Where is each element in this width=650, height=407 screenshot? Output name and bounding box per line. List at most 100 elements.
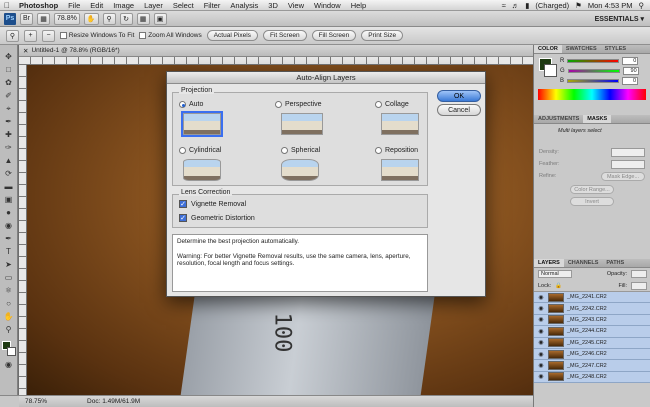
cancel-button[interactable]: Cancel: [437, 104, 481, 116]
tab-adjustments[interactable]: ADJUSTMENTS: [534, 115, 583, 123]
feather-field[interactable]: [611, 159, 645, 169]
arrange-documents-icon[interactable]: ▦: [136, 12, 150, 25]
invert-button[interactable]: Invert: [570, 197, 614, 206]
actual-pixels-button[interactable]: Actual Pixels: [206, 30, 258, 41]
fill-field[interactable]: [631, 281, 647, 290]
color-swatches[interactable]: [1, 341, 16, 357]
visibility-eye-icon[interactable]: ◉: [537, 328, 545, 335]
tab-channels[interactable]: CHANNELS: [564, 259, 603, 267]
zoom-tool-icon[interactable]: ⚲: [102, 12, 116, 25]
tab-paths[interactable]: PATHS: [602, 259, 628, 267]
spherical-preview-thumbnail[interactable]: [281, 159, 319, 181]
radio-spherical-button[interactable]: [281, 147, 288, 154]
marquee-tool-icon[interactable]: □: [2, 64, 16, 75]
close-document-icon[interactable]: ✕: [23, 47, 28, 55]
eraser-tool-icon[interactable]: ▬: [2, 181, 16, 192]
radio-spherical[interactable]: Spherical: [281, 147, 320, 154]
menu-window[interactable]: Window: [309, 1, 346, 10]
print-size-button[interactable]: Print Size: [361, 30, 404, 41]
pen-tool-icon[interactable]: ✒: [2, 233, 16, 244]
blend-mode-select[interactable]: Normal: [538, 270, 572, 278]
crop-tool-icon[interactable]: ⌖: [2, 103, 16, 114]
density-field[interactable]: [611, 147, 645, 157]
quick-select-tool-icon[interactable]: ✐: [2, 90, 16, 101]
layer-row[interactable]: ◉ _MG_2244.CR2: [534, 326, 650, 338]
radio-cylindrical-button[interactable]: [179, 147, 186, 154]
3d-orbit-icon[interactable]: ○: [2, 298, 16, 309]
layer-row[interactable]: ◉ _MG_2248.CR2: [534, 371, 650, 384]
3d-rotate-icon[interactable]: ⚛: [2, 285, 16, 296]
dodge-tool-icon[interactable]: ◉: [2, 220, 16, 231]
auto-preview-thumbnail[interactable]: [181, 111, 223, 137]
radio-collage-button[interactable]: [375, 101, 382, 108]
bridge-button[interactable]: Br: [20, 12, 33, 25]
radio-perspective-button[interactable]: [275, 101, 282, 108]
blue-slider[interactable]: [567, 79, 620, 83]
visibility-eye-icon[interactable]: ◉: [537, 373, 545, 380]
radio-cylindrical[interactable]: Cylindrical: [179, 147, 221, 154]
type-tool-icon[interactable]: T: [2, 246, 16, 257]
guides-icon[interactable]: ▦: [37, 12, 50, 25]
tab-masks[interactable]: MASKS: [583, 115, 612, 123]
radio-reposition-button[interactable]: [375, 147, 382, 154]
menu-view[interactable]: View: [283, 1, 309, 10]
eyedropper-tool-icon[interactable]: ✒: [2, 116, 16, 127]
apple-icon[interactable]: : [0, 1, 14, 10]
cylindrical-preview-thumbnail[interactable]: [183, 159, 221, 181]
resize-windows-checkbox[interactable]: [60, 31, 67, 39]
zoom-all-checkbox[interactable]: [139, 31, 147, 39]
blur-tool-icon[interactable]: ●: [2, 207, 16, 218]
vignette-checkbox[interactable]: ✓: [179, 200, 187, 208]
flag-icon[interactable]: ⚑: [575, 1, 582, 10]
visibility-eye-icon[interactable]: ◉: [537, 294, 545, 301]
green-value[interactable]: 90: [622, 67, 639, 75]
layer-row[interactable]: ◉ _MG_2247.CR2: [534, 360, 650, 372]
visibility-eye-icon[interactable]: ◉: [537, 316, 545, 323]
reposition-preview-thumbnail[interactable]: [381, 159, 419, 181]
menu-analysis[interactable]: Analysis: [225, 1, 263, 10]
color-panel-background-swatch[interactable]: [544, 64, 557, 77]
radio-auto-button[interactable]: [179, 101, 186, 108]
layer-row[interactable]: ◉ _MG_2242.CR2: [534, 303, 650, 315]
lock-icon[interactable]: 🔒: [555, 283, 562, 289]
rotate-view-icon[interactable]: ↻: [119, 12, 133, 25]
color-range-button[interactable]: Color Range...: [570, 185, 614, 194]
menu-photoshop[interactable]: Photoshop: [14, 1, 63, 10]
menu-select[interactable]: Select: [168, 1, 199, 10]
zoom-all-option[interactable]: Zoom All Windows: [139, 31, 202, 39]
tab-layers[interactable]: LAYERS: [534, 259, 564, 267]
opacity-field[interactable]: [631, 270, 647, 278]
perspective-preview-thumbnail[interactable]: [281, 113, 323, 135]
geometric-checkbox[interactable]: ✓: [179, 214, 187, 222]
layer-row[interactable]: ◉ _MG_2241.CR2: [534, 292, 650, 304]
color-spectrum-ramp[interactable]: [538, 89, 646, 100]
healing-brush-icon[interactable]: ✚: [2, 129, 16, 140]
blue-value[interactable]: 0: [622, 77, 639, 85]
move-tool-icon[interactable]: ✥: [2, 51, 16, 62]
geometric-distortion-option[interactable]: ✓ Geometric Distortion: [179, 214, 255, 222]
collage-preview-thumbnail[interactable]: [381, 113, 419, 135]
tab-color[interactable]: COLOR: [534, 45, 562, 53]
clock[interactable]: Mon 4:53 PM: [588, 1, 633, 10]
visibility-eye-icon[interactable]: ◉: [537, 305, 545, 312]
shape-tool-icon[interactable]: ▭: [2, 272, 16, 283]
radio-auto[interactable]: Auto: [179, 101, 203, 108]
zoom-out-icon[interactable]: −: [42, 29, 55, 42]
document-tab[interactable]: ✕ Untitled-1 @ 78.8% (RGB/16*): [19, 45, 533, 57]
vignette-removal-option[interactable]: ✓ Vignette Removal: [179, 200, 246, 208]
spotlight-icon[interactable]: ⚲: [639, 1, 645, 10]
lasso-tool-icon[interactable]: ✿: [2, 77, 16, 88]
zoom-in-icon[interactable]: +: [24, 29, 37, 42]
radio-perspective[interactable]: Perspective: [275, 101, 322, 108]
menu-layer[interactable]: Layer: [139, 1, 168, 10]
zoom-tool-icon[interactable]: ⚲: [2, 324, 16, 335]
menu-filter[interactable]: Filter: [199, 1, 226, 10]
radio-reposition[interactable]: Reposition: [375, 147, 418, 154]
workspace-switcher[interactable]: ESSENTIALS ▾: [595, 15, 644, 23]
visibility-eye-icon[interactable]: ◉: [537, 362, 545, 369]
gradient-tool-icon[interactable]: ▣: [2, 194, 16, 205]
hand-tool-icon[interactable]: ✋: [2, 311, 16, 322]
wifi-icon[interactable]: ≈: [502, 1, 506, 10]
background-color-swatch[interactable]: [6, 347, 16, 356]
visibility-eye-icon[interactable]: ◉: [537, 351, 545, 358]
